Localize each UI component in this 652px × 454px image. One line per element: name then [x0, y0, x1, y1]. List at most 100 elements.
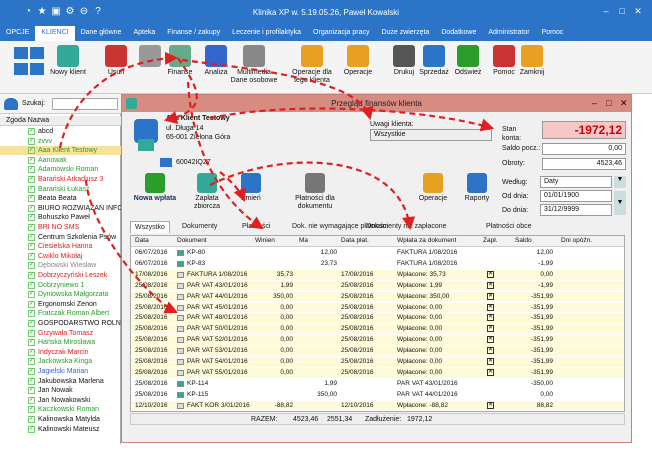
client-list-item[interactable]: ✓ abcd [0, 127, 121, 136]
tab-1[interactable]: Dokumenty [178, 221, 221, 233]
client-list-item[interactable]: ✓ Jackowska Kinga [0, 357, 121, 366]
table-row[interactable]: 25/08/2016 PAR VAT 53/01/2016 0,00 25/08/20… [131, 346, 624, 356]
client-list-item[interactable]: ✓ BIURO ROZWIĄZAŃ INFOR [0, 204, 121, 213]
client-list-item[interactable]: ✓ Kaczkowski Roman [0, 405, 121, 414]
table-row[interactable]: 25/08/2016 PAR VAT 52/01/2016 0,00 25/08/20… [131, 335, 624, 345]
column-header[interactable]: Ma [299, 236, 308, 246]
column-header[interactable]: Winien [255, 236, 275, 246]
client-list-item[interactable]: ✓ BRI NO SMS [0, 223, 121, 232]
column-header[interactable]: Dni opóźn. [561, 236, 592, 246]
ribbon-button-7[interactable]: Operacje [334, 45, 382, 77]
client-list-item[interactable]: ✓ Hańska Mirosława [0, 338, 121, 347]
tab-2[interactable]: Płatności [238, 221, 274, 233]
menu-item-7[interactable]: Duże zwierzęta [375, 26, 435, 41]
date-range-button[interactable]: ▼ [614, 191, 626, 215]
client-list-item[interactable]: ✓ GOSPODARSTWO ROLNO [0, 319, 121, 328]
table-row[interactable]: 12/10/2016 FAKT KOR 3/01/2016 -88,82 12/10/… [131, 400, 624, 411]
menu-item-2[interactable]: Dane główne [75, 26, 128, 41]
client-list-item[interactable]: ✓ Jan Nowak [0, 386, 121, 395]
client-list-item[interactable]: ✓ Jagielski Marian [0, 367, 121, 376]
column-header[interactable]: Wpłata za dokument [397, 236, 456, 246]
menu-item-1[interactable]: KLIENCI [35, 26, 75, 41]
dialog-toolbar-button-5[interactable]: Raporty [452, 173, 502, 203]
client-list-item[interactable]: ✓ Indyczak Marcin [0, 348, 121, 357]
ribbon-button-12[interactable]: Zamknij [508, 45, 556, 77]
menu-item-3[interactable]: Apteka [127, 26, 161, 41]
menu-item-8[interactable]: Dodatkowe [435, 26, 482, 41]
menu-item-5[interactable]: Leczenie i profilaktyka [226, 26, 307, 41]
client-list-item[interactable]: ✓ Dyniowska Małgorzata [0, 290, 121, 299]
tab-0[interactable]: Wszystko [130, 221, 170, 233]
menu-item-4[interactable]: Finanse / zakupy [161, 26, 226, 41]
dialog-toolbar-button-2[interactable]: Zmień [226, 173, 276, 203]
tab-5[interactable]: Płatności obce [482, 221, 536, 233]
table-row[interactable]: 25/08/2016 PAR VAT 45/01/2016 0,00 25/08/20… [131, 302, 624, 313]
table-row[interactable]: 17/08/2016 FAKTURA 1/08/2016 35,73 17/08/20… [131, 269, 624, 280]
client-list-item[interactable]: ✓ Barański Łukasz [0, 185, 121, 194]
column-header[interactable]: Data płat. [341, 236, 369, 246]
table-row[interactable]: 25/08/2016 KP-115 350,00 PAR VAT 44/01/2016… [131, 389, 624, 400]
next-record-icon[interactable] [30, 47, 44, 59]
client-list-item[interactable]: ✓ Fratczak Roman Albert [0, 309, 121, 318]
od-date-field[interactable]: 01/01/1900 [540, 190, 612, 202]
client-list-item[interactable]: ✓ Aaa Klient Testowy [0, 146, 121, 156]
minimize-icon[interactable]: – [600, 5, 612, 17]
uwagi-field[interactable]: Wszystkie [370, 129, 492, 141]
dialog-minimize-icon[interactable]: – [592, 98, 597, 108]
last-record-icon[interactable] [30, 63, 44, 75]
ribbon-button-6[interactable]: Operacje dla tego klienta [288, 45, 336, 85]
menu-item-0[interactable]: OPCJE [0, 26, 35, 41]
client-list-item[interactable]: ✓ Beata Beata [0, 194, 121, 203]
client-list-item[interactable]: ✓ Aanowak [0, 156, 121, 165]
table-row[interactable]: 06/07/2016 KP-83 23,73 FAKTURA 1/08/2016 -1,… [131, 258, 624, 269]
prev-record-icon[interactable] [14, 63, 28, 75]
do-date-field[interactable]: 31/12/9999 [540, 204, 612, 216]
table-row[interactable]: 25/08/2016 PAR VAT 43/01/2016 1,99 25/08/20… [131, 280, 624, 291]
menu-item-6[interactable]: Organizacja pracy [307, 26, 375, 41]
dialog-toolbar-button-4[interactable]: Operacje [408, 173, 458, 203]
table-row[interactable]: 25/08/2016 PAR VAT 54/01/2016 0,00 25/08/20… [131, 357, 624, 367]
column-header[interactable]: Data [135, 236, 149, 246]
table-row[interactable]: 25/08/2016 PAR VAT 44/01/2016 350,00 25/08/… [131, 291, 624, 302]
client-list-item[interactable]: ✓ Ergonomski Zenon [0, 300, 121, 309]
dialog-toolbar-button-1[interactable]: Zapłata zbiorcza [182, 173, 232, 211]
client-list-item[interactable]: ✓ Dobrzyniewo 1 [0, 281, 121, 290]
column-header[interactable]: Saldo [515, 236, 532, 246]
table-row[interactable]: 25/08/2016 PAR VAT 55/01/2016 0,00 25/08/20… [131, 367, 624, 378]
close-window-icon[interactable]: ✕ [632, 5, 644, 17]
filter-icon[interactable]: ▼ [614, 176, 626, 188]
table-row[interactable]: 25/08/2016 PAR VAT 48/01/2016 0,00 25/08/20… [131, 313, 624, 324]
ribbon-button-0[interactable]: Nowy klient [44, 45, 92, 77]
client-list-item[interactable]: ✓ zvvv [0, 137, 121, 146]
table-row[interactable]: 25/08/2016 KP-114 1,99 PAR VAT 43/01/2016 -3… [131, 378, 624, 389]
client-list-item[interactable]: ✓ Kalinowski Mateusz [0, 425, 121, 434]
client-list-item[interactable]: ✓ Adamowski Roman [0, 165, 121, 174]
maximize-icon[interactable]: □ [616, 5, 628, 17]
dialog-close-icon[interactable]: ✕ [620, 98, 628, 109]
search-input[interactable] [52, 98, 118, 110]
table-row[interactable]: 06/07/2016 KP-80 12,00 FAKTURA 1/08/2016 12,… [131, 248, 624, 258]
client-list-item[interactable]: ✓ Kalinowska Matylda [0, 415, 121, 424]
client-list-item[interactable]: ✓ Ciesielska Hanna [0, 242, 121, 251]
wedlug-select[interactable]: Daty [540, 176, 612, 188]
client-list-item[interactable]: ✓ Bohuszko Paweł [0, 213, 121, 222]
client-list-item[interactable]: ✓ Jakubowska Marlena [0, 377, 121, 386]
menu-item-9[interactable]: Administrator [482, 26, 535, 41]
client-list-item[interactable]: ✓ Jan Nowakowski [0, 396, 121, 405]
tab-4[interactable]: Dokumenty nie zapłacone [362, 221, 451, 233]
client-list-item[interactable]: ✓ Grzywała Tomasz [0, 329, 121, 338]
dialog-toolbar-button-3[interactable]: Płatności dla dokumentu [290, 173, 340, 211]
column-header[interactable]: Zapł. [483, 236, 497, 246]
table-row[interactable]: 25/08/2016 PAR VAT 50/01/2016 0,00 25/08/20… [131, 324, 624, 335]
dialog-maximize-icon[interactable]: □ [606, 98, 611, 108]
first-record-icon[interactable] [14, 47, 28, 59]
client-list-item[interactable]: ✓ Dębowski Wiesław [0, 261, 121, 270]
client-list-item[interactable]: ✓ Ćwiklo Mikołaj [0, 252, 121, 261]
column-header[interactable]: Dokument [177, 236, 207, 246]
ribbon-button-5[interactable]: Multimedia Dane osobowe [230, 45, 278, 85]
menu-item-10[interactable]: Pomoc [536, 26, 570, 41]
client-list-item[interactable]: ✓ Centrum Szkolenia Psów [0, 233, 121, 242]
dialog-toolbar-button-0[interactable]: Nowa wpłata [130, 173, 180, 203]
client-list-item[interactable]: ✓ Dobrzyczyński Leszek [0, 271, 121, 280]
client-list-item[interactable]: ✓ Barański Arkadiusz 3 [0, 175, 121, 184]
